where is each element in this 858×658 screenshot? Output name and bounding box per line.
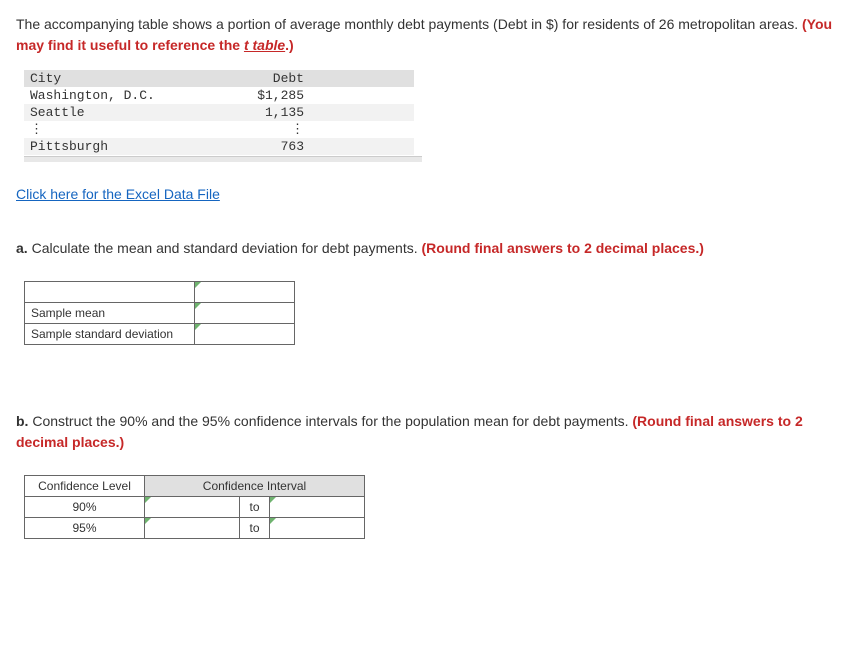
- table-row: 763: [224, 138, 314, 155]
- hint-suffix: .): [285, 37, 294, 53]
- spacer: [314, 70, 414, 87]
- data-table: City Debt Washington, D.C. $1,285 Seattl…: [24, 70, 414, 155]
- part-a-text: Calculate the mean and standard deviatio…: [28, 240, 422, 256]
- part-b-label: b.: [16, 413, 28, 429]
- ci-90-upper-input[interactable]: [270, 497, 365, 518]
- ci-to: to: [240, 518, 270, 539]
- table-row: $1,285: [224, 87, 314, 104]
- part-a-prompt: a. Calculate the mean and standard devia…: [16, 238, 842, 259]
- blank: [25, 282, 195, 303]
- part-b-text: Construct the 90% and the 95% confidence…: [28, 413, 632, 429]
- ci-95-upper-input[interactable]: [270, 518, 365, 539]
- part-a-label: a.: [16, 240, 28, 256]
- blank: .: [195, 282, 295, 303]
- ci-interval-header: Confidence Interval: [145, 476, 365, 497]
- scroll-indicator: [24, 156, 422, 162]
- part-b-prompt: b. Construct the 90% and the 95% confide…: [16, 411, 842, 453]
- ci-95-lower-input[interactable]: [145, 518, 240, 539]
- table-row: ⋮: [224, 121, 314, 138]
- table-row: Washington, D.C.: [24, 87, 224, 104]
- col-city: City: [24, 70, 224, 87]
- t-table-link[interactable]: t table: [244, 37, 285, 53]
- excel-file-link[interactable]: Click here for the Excel Data File: [16, 186, 220, 202]
- sample-mean-label: Sample mean: [25, 303, 195, 324]
- ci-to: to: [240, 497, 270, 518]
- intro-paragraph: The accompanying table shows a portion o…: [16, 14, 842, 56]
- table-row: Pittsburgh: [24, 138, 224, 155]
- table-row: ⋮: [24, 121, 224, 138]
- ci-level-95: 95%: [25, 518, 145, 539]
- part-b-table: Confidence Level Confidence Interval 90%…: [24, 475, 365, 539]
- sample-sd-input[interactable]: [195, 324, 295, 345]
- table-row: 1,135: [224, 104, 314, 121]
- ci-90-lower-input[interactable]: [145, 497, 240, 518]
- sample-mean-input[interactable]: [195, 303, 295, 324]
- intro-text: The accompanying table shows a portion o…: [16, 16, 802, 32]
- part-a-note: (Round final answers to 2 decimal places…: [422, 240, 704, 256]
- col-debt: Debt: [224, 70, 314, 87]
- table-row: Seattle: [24, 104, 224, 121]
- part-a-table: . Sample mean Sample standard deviation: [24, 281, 295, 345]
- ci-level-90: 90%: [25, 497, 145, 518]
- sample-sd-label: Sample standard deviation: [25, 324, 195, 345]
- ci-level-header: Confidence Level: [25, 476, 145, 497]
